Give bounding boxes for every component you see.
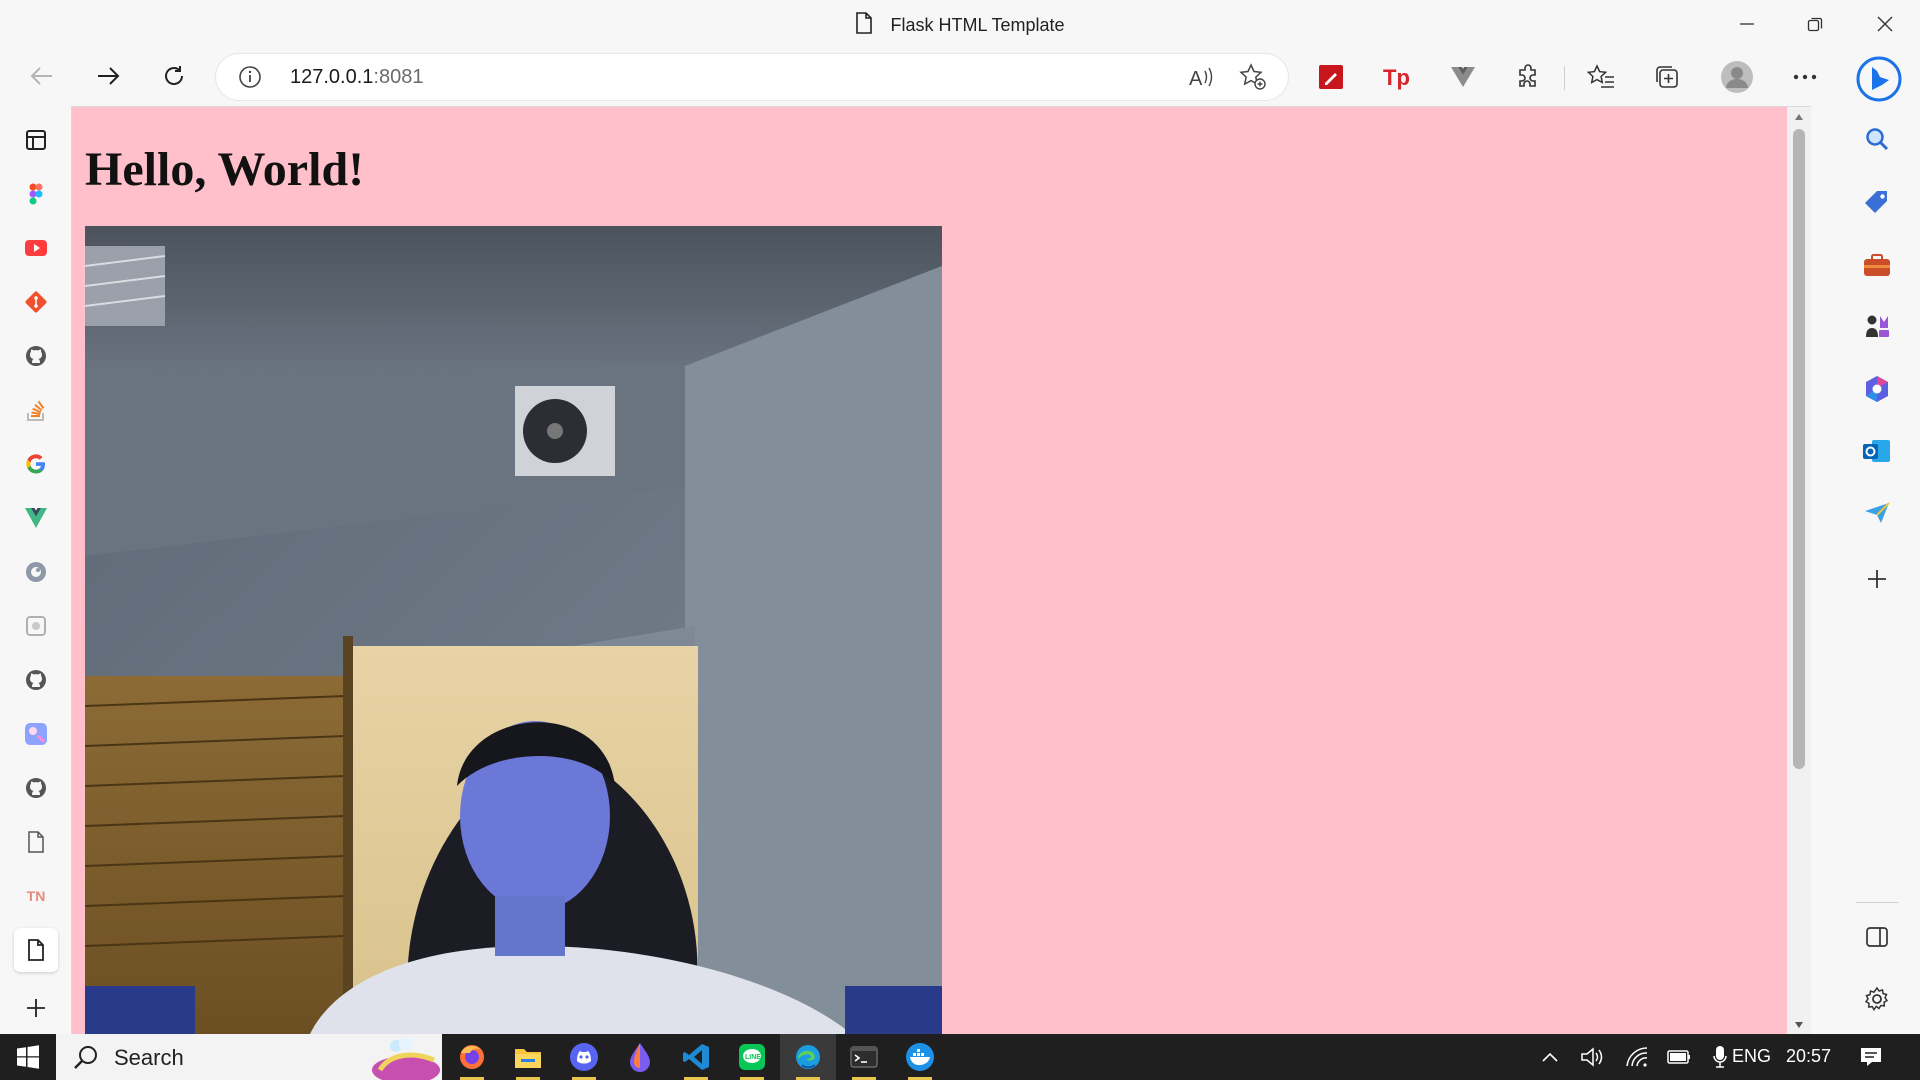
extension-pen-icon[interactable] bbox=[1308, 54, 1354, 100]
url-port: :8081 bbox=[373, 66, 424, 88]
svg-text:LINE: LINE bbox=[745, 1054, 761, 1061]
clock-time[interactable]: 20:57 bbox=[1786, 1046, 1831, 1067]
paint-icon[interactable] bbox=[14, 712, 58, 756]
notifications-icon[interactable] bbox=[1842, 1034, 1900, 1080]
github-icon[interactable] bbox=[14, 766, 58, 810]
blank-site-icon[interactable] bbox=[14, 604, 58, 648]
microsoft365-icon[interactable] bbox=[1854, 366, 1900, 412]
tn-icon[interactable]: TN bbox=[14, 874, 58, 918]
windows-taskbar: Search LINE ENG 20:57 bbox=[0, 1034, 1920, 1080]
new-tab-add-icon[interactable] bbox=[14, 986, 58, 1030]
page-icon[interactable] bbox=[14, 928, 58, 972]
tab-actions-icon[interactable] bbox=[14, 118, 58, 162]
split-view-icon[interactable] bbox=[1854, 914, 1900, 960]
settings-icon[interactable] bbox=[1854, 976, 1900, 1022]
restore-button[interactable] bbox=[1782, 0, 1848, 48]
site-info-icon[interactable] bbox=[238, 65, 262, 94]
taskbar-search-placeholder: Search bbox=[114, 1045, 184, 1070]
drop-icon[interactable] bbox=[1854, 490, 1900, 536]
google-icon[interactable] bbox=[14, 442, 58, 486]
read-aloud-icon[interactable]: A bbox=[1184, 62, 1218, 92]
svg-text:A: A bbox=[1189, 68, 1203, 89]
page-scrollbar[interactable] bbox=[1787, 107, 1811, 1035]
firefox-icon[interactable] bbox=[444, 1034, 500, 1080]
scrollbar-thumb[interactable] bbox=[1793, 129, 1805, 769]
vue-icon[interactable] bbox=[14, 496, 58, 540]
favorites-icon[interactable] bbox=[1578, 54, 1624, 100]
page-heading: Hello, World! bbox=[85, 143, 365, 196]
edge-icon[interactable] bbox=[780, 1034, 836, 1080]
sidebar-separator bbox=[1856, 902, 1898, 903]
youtube-icon[interactable] bbox=[14, 226, 58, 270]
drop-app-icon[interactable] bbox=[612, 1034, 668, 1080]
title-bar: Flask HTML Template bbox=[0, 0, 1920, 50]
battery-icon[interactable] bbox=[1658, 1034, 1700, 1080]
page-icon[interactable] bbox=[14, 820, 58, 864]
language-indicator[interactable]: ENG bbox=[1732, 1046, 1771, 1067]
windows-start-icon[interactable] bbox=[0, 1034, 56, 1080]
wifi-icon[interactable] bbox=[1616, 1034, 1658, 1080]
scroll-down-arrow-icon[interactable] bbox=[1794, 1021, 1804, 1029]
window-title: Flask HTML Template bbox=[890, 15, 1065, 35]
page-photo bbox=[85, 226, 942, 1035]
tools-icon[interactable] bbox=[1854, 242, 1900, 288]
github-icon[interactable] bbox=[14, 334, 58, 378]
document-icon bbox=[855, 12, 873, 39]
profile-avatar-icon[interactable] bbox=[1714, 54, 1760, 100]
collections-icon[interactable] bbox=[1644, 54, 1690, 100]
extension-tp-icon[interactable]: Tp bbox=[1374, 54, 1420, 100]
github-icon[interactable] bbox=[14, 658, 58, 702]
tn-label: TN bbox=[26, 888, 46, 904]
file-explorer-icon[interactable] bbox=[500, 1034, 556, 1080]
line-icon[interactable]: LINE bbox=[724, 1034, 780, 1080]
git-icon[interactable] bbox=[14, 280, 58, 324]
docker-icon[interactable] bbox=[892, 1034, 948, 1080]
figma-icon[interactable] bbox=[14, 172, 58, 216]
more-options-icon[interactable] bbox=[1782, 54, 1828, 100]
page-viewport: Hello, World! bbox=[71, 106, 1811, 1035]
extensions-icon[interactable] bbox=[1506, 54, 1552, 100]
search-icon[interactable] bbox=[1854, 116, 1900, 162]
volume-icon[interactable] bbox=[1570, 1034, 1616, 1080]
shopping-icon[interactable] bbox=[1854, 180, 1900, 226]
games-icon[interactable] bbox=[1854, 304, 1900, 350]
back-button[interactable] bbox=[14, 50, 70, 102]
tabler-icon[interactable] bbox=[14, 550, 58, 594]
scroll-up-arrow-icon[interactable] bbox=[1794, 113, 1804, 121]
taskbar-search-box[interactable]: Search bbox=[56, 1034, 442, 1080]
vertical-tabs-sidebar: TN bbox=[0, 106, 71, 1034]
svg-text:Tp: Tp bbox=[1383, 65, 1410, 90]
search-icon bbox=[74, 1046, 97, 1069]
extension-vue-icon[interactable] bbox=[1440, 54, 1486, 100]
toolbar-separator bbox=[1564, 66, 1565, 90]
vscode-icon[interactable] bbox=[668, 1034, 724, 1080]
terminal-icon[interactable] bbox=[836, 1034, 892, 1080]
url-host: 127.0.0.1 bbox=[290, 66, 374, 88]
outlook-icon[interactable] bbox=[1854, 428, 1900, 474]
show-hidden-icons-icon[interactable] bbox=[1530, 1034, 1570, 1080]
window-title-wrap: Flask HTML Template bbox=[0, 12, 1920, 39]
bing-icon[interactable] bbox=[1854, 54, 1904, 104]
search-highlight-illustration bbox=[372, 1037, 440, 1080]
add-favorite-icon[interactable] bbox=[1236, 62, 1270, 92]
discord-icon[interactable] bbox=[556, 1034, 612, 1080]
minimize-button[interactable] bbox=[1714, 0, 1780, 48]
edge-sidebar bbox=[1836, 50, 1920, 1034]
address-bar[interactable]: 127.0.0.1:8081 A bbox=[216, 54, 1288, 100]
forward-button[interactable] bbox=[80, 50, 136, 102]
url-text[interactable]: 127.0.0.1:8081 bbox=[290, 66, 423, 89]
close-button[interactable] bbox=[1852, 0, 1918, 48]
browser-toolbar: 127.0.0.1:8081 A Tp bbox=[0, 50, 1920, 106]
refresh-button[interactable] bbox=[146, 50, 202, 102]
stackoverflow-icon[interactable] bbox=[14, 388, 58, 432]
add-icon[interactable] bbox=[1854, 556, 1900, 602]
